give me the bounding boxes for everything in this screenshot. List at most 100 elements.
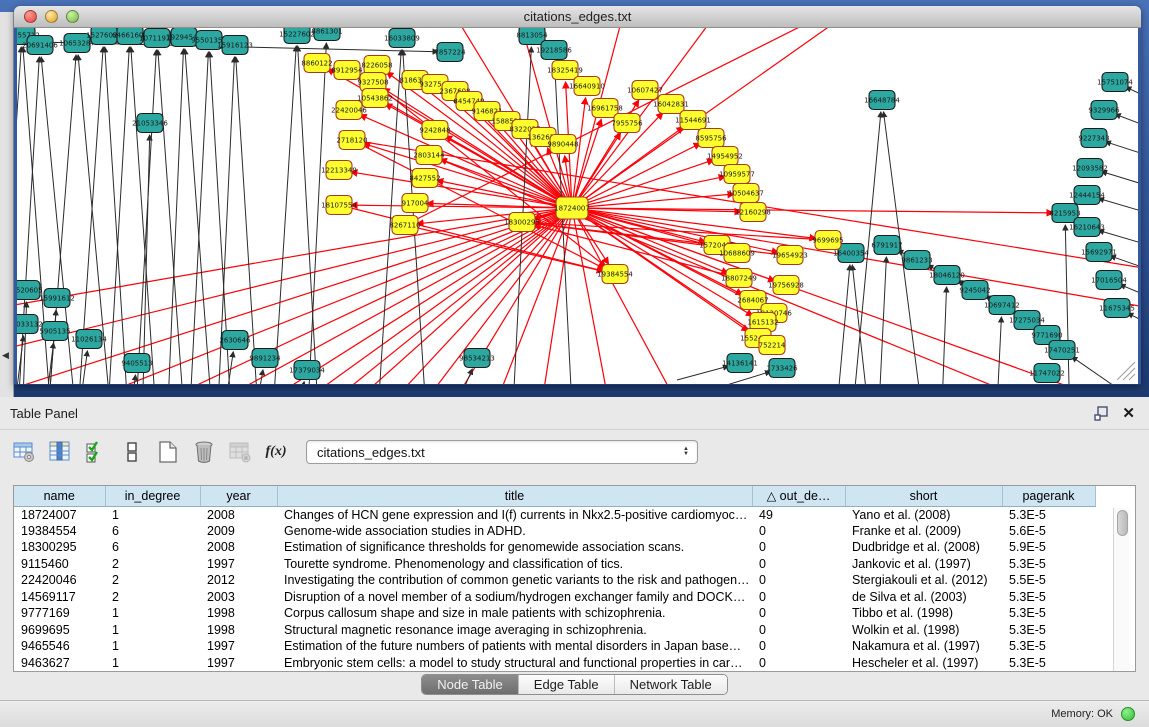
graph-node[interactable]: 9227343 [1078,129,1109,148]
zoom-window-button[interactable] [66,10,79,23]
minimize-window-button[interactable] [45,10,58,23]
graph-node[interactable]: 19756928 [768,276,804,295]
tab-node-table[interactable]: Node Table [422,675,519,694]
citation-graph[interactable]: 1405571220691406106532871527602364661607… [17,28,1138,384]
graph-node[interactable]: 14954952 [707,147,743,166]
column-header-pagerank[interactable]: pagerank [1002,486,1095,506]
column-header-out-degree[interactable]: △ out_de… [752,486,845,506]
table-row[interactable]: 946554611997Estimation of the future num… [14,638,1095,655]
select-rows-icon[interactable] [84,440,108,464]
graph-node[interactable]: 10688609 [719,244,755,263]
graph-node[interactable]: 19654923 [772,246,808,265]
graph-node[interactable]: 22420046 [331,101,367,120]
graph-node[interactable]: 12093582 [1072,159,1108,178]
column-header-in-degree[interactable]: in_degree [105,486,200,506]
graph-node[interactable]: 11675345 [1099,299,1135,318]
graph-node[interactable]: 5905135 [39,322,70,341]
column-header-title[interactable]: title [277,486,752,506]
graph-node[interactable]: 9890448 [547,135,578,154]
table-row[interactable]: 946362711997Embryonic stem cells: a mode… [14,655,1095,672]
graph-node[interactable]: 7857224 [434,43,466,62]
graph-node[interactable]: 10697412 [984,296,1020,315]
close-panel-icon[interactable]: ✕ [1122,404,1135,422]
tab-network-table[interactable]: Network Table [615,675,727,694]
graph-node[interactable]: 98534213 [459,349,495,368]
new-table-icon[interactable] [156,440,180,464]
graph-node[interactable]: 11544691 [675,111,711,130]
network-canvas[interactable]: 1405571220691406106532871527602364661607… [14,28,1141,384]
graph-node[interactable]: 15991612 [39,289,75,308]
row-height-icon[interactable] [120,440,144,464]
table-row[interactable]: 977716911998Corpus callosum shape and si… [14,605,1095,622]
network-window-titlebar[interactable]: citations_edges.txt [14,6,1141,28]
collapse-arrow-icon[interactable]: ◀ [2,350,9,361]
graph-node[interactable]: 2718120 [336,131,367,150]
graph-node[interactable]: 8861301 [311,28,342,41]
graph-node[interactable]: 11026134 [71,330,107,349]
table-row[interactable]: 1830029562008Estimation of significance … [14,539,1095,556]
graph-node[interactable]: 9861233 [901,251,932,270]
graph-node[interactable]: 9245042 [959,281,990,300]
table-settings-icon[interactable] [12,440,36,464]
tab-edge-table[interactable]: Edge Table [519,675,615,694]
function-builder-icon[interactable]: f(x) [264,440,288,464]
graph-node[interactable]: 7955756 [611,114,643,133]
graph-node[interactable]: 17470251 [1044,341,1080,360]
table-row[interactable]: 1872400712008Changes of HCN gene express… [14,506,1095,523]
column-edit-icon[interactable] [48,440,72,464]
graph-node[interactable]: 14136141 [722,354,758,373]
graph-node[interactable]: 8226058 [361,56,392,75]
graph-node[interactable]: 17016504 [1091,271,1127,290]
graph-node[interactable]: 19218586 [536,41,572,60]
graph-node[interactable]: 16210643 [1069,218,1105,237]
graph-node[interactable]: 9891234 [249,349,281,368]
graph-node[interactable]: 16648784 [864,91,900,110]
graph-node[interactable]: 12444154 [1069,186,1105,205]
graph-node[interactable]: 8595756 [695,129,727,148]
graph-node[interactable]: 9699695 [812,231,843,250]
graph-node[interactable]: 9405513 [121,354,152,373]
float-panel-icon[interactable] [1094,406,1109,421]
column-header-name[interactable]: name [14,486,105,506]
column-header-short[interactable]: short [845,486,1002,506]
graph-node[interactable]: 8267110 [389,216,420,235]
graph-node[interactable]: 10607427 [627,81,663,100]
column-header-year[interactable]: year [200,486,277,506]
graph-node[interactable]: 8912954 [331,61,363,80]
graph-node[interactable]: 9329966 [1088,101,1120,120]
graph-node[interactable]: 9242848 [419,121,450,140]
graph-node[interactable]: 18807249 [721,269,757,288]
graph-node[interactable]: 8427552 [409,169,440,188]
close-window-button[interactable] [24,10,37,23]
table-row[interactable]: 1456911722003Disruption of a novel membe… [14,589,1095,606]
graph-node[interactable]: 8860122 [301,54,332,73]
table-row[interactable]: 2242004622012Investigating the contribut… [14,572,1095,589]
graph-node[interactable]: 21053346 [132,114,168,133]
graph-node[interactable]: 917004 [402,194,429,213]
node-table[interactable]: namein_degreeyeartitle△ out_de…shortpage… [14,486,1096,671]
graph-node[interactable]: 6791917 [871,236,902,255]
table-row[interactable]: 969969511998Structural magnetic resonanc… [14,622,1095,639]
graph-node[interactable]: 19384554 [597,265,633,284]
graph-node[interactable]: 2630646 [219,331,251,350]
graph-node[interactable]: 16033809 [384,29,420,48]
graph-node[interactable]: 18724007 [554,197,590,219]
scrollbar-thumb[interactable] [1117,510,1128,536]
delete-table-icon[interactable] [192,440,216,464]
graph-node[interactable]: 752214 [759,336,786,355]
graph-node[interactable]: 16640910 [569,77,605,96]
graph-node[interactable]: 18300295 [504,213,540,232]
table-row[interactable]: 911546021997Tourette syndrome. Phenomeno… [14,556,1095,573]
graph-node[interactable]: 10959577 [719,165,755,184]
graph-node[interactable]: 11747022 [1029,364,1065,383]
graph-node[interactable]: 2803144 [413,146,445,165]
graph-node[interactable]: 15227602 [279,28,315,44]
graph-node[interactable]: 12160298 [735,203,771,222]
graph-node[interactable]: 12213349 [321,161,357,180]
graph-node[interactable]: 10504637 [728,184,764,203]
graph-node[interactable]: 18046120 [929,266,965,285]
graph-node[interactable]: 15692971 [1081,243,1117,262]
graph-node[interactable]: 20691406 [22,36,58,55]
graph-node[interactable]: 18107554 [321,196,357,215]
graph-node[interactable]: 15916123 [217,36,253,55]
